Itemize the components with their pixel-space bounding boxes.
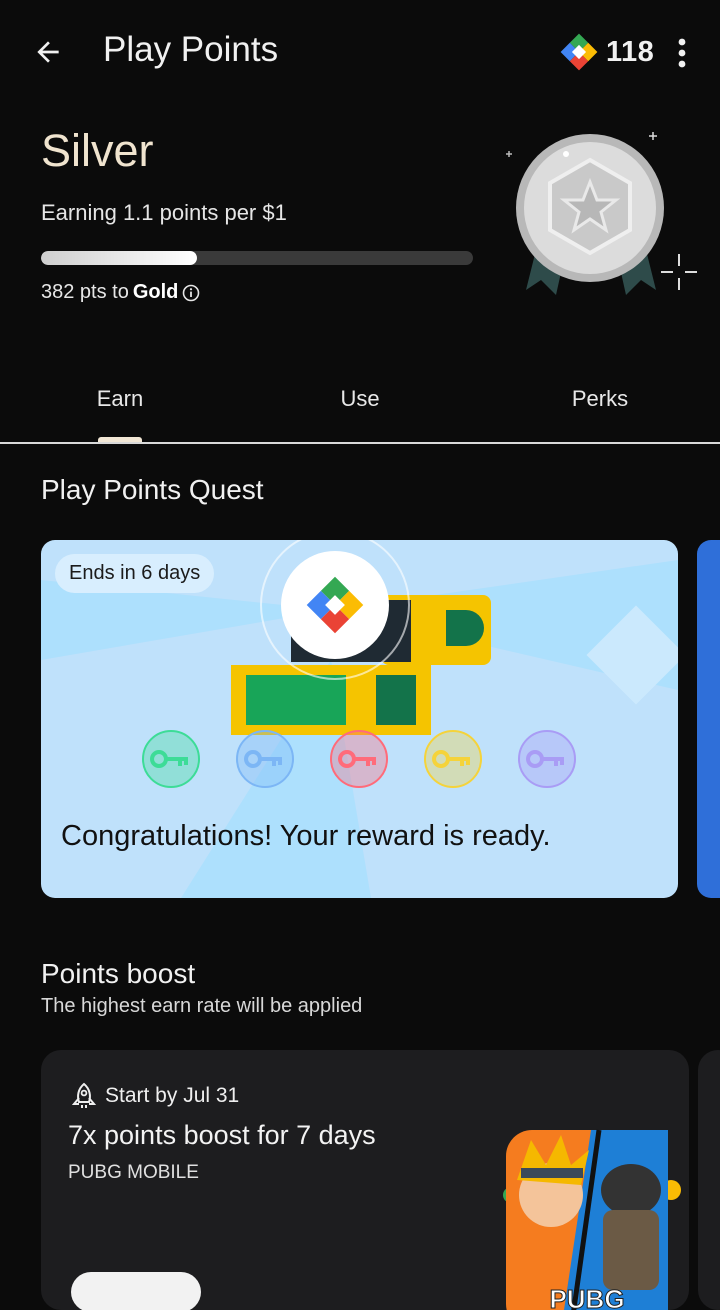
boost-start-row: Start by Jul 31 <box>71 1082 239 1110</box>
quest-key-icon <box>330 730 388 788</box>
tab-earn[interactable]: Earn <box>20 386 220 412</box>
tab-use[interactable]: Use <box>260 386 460 412</box>
pubg-logo-text: PUBG <box>549 1284 624 1310</box>
quest-key-icon <box>518 730 576 788</box>
boost-card-next[interactable] <box>698 1050 720 1310</box>
back-button[interactable] <box>24 26 72 78</box>
silver-medal-icon <box>506 132 697 295</box>
pubg-game-icon: PUBG <box>503 1129 681 1310</box>
boost-section-title: Points boost <box>41 958 196 989</box>
tier-name: Silver <box>41 125 154 176</box>
boost-start-button[interactable] <box>71 1272 201 1310</box>
points-to-next-tier[interactable]: 382 pts to Gold <box>41 281 200 304</box>
points-balance: 118 <box>606 35 655 68</box>
quest-key-icon <box>142 730 200 788</box>
boost-game-name: PUBG MOBILE <box>68 1162 199 1183</box>
boost-card[interactable]: Start by Jul 31 7x points boost for 7 da… <box>41 1050 689 1310</box>
quest-ends-badge: Ends in 6 days <box>55 554 215 593</box>
points-to-next-text: 382 pts to <box>41 281 129 303</box>
earning-rate: Earning 1.1 points per $1 <box>41 200 287 225</box>
arrow-left-icon <box>37 41 59 63</box>
quest-keys <box>142 730 576 788</box>
points-balance-chip[interactable]: 118 <box>560 30 654 74</box>
boost-section-subtitle: The highest earn rate will be applied <box>41 995 363 1017</box>
quest-card-next[interactable] <box>697 540 720 898</box>
tab-selected-indicator <box>98 437 142 442</box>
quest-section-title: Play Points Quest <box>41 474 264 505</box>
next-tier-name: Gold <box>132 281 179 303</box>
tier-progress-fill <box>41 251 197 265</box>
more-options-button[interactable] <box>666 32 698 74</box>
quest-message: Congratulations! Your reward is ready. <box>61 820 551 852</box>
page-title: Play Points <box>103 30 279 69</box>
rocket-icon <box>71 1082 97 1108</box>
boost-headline: 7x points boost for 7 days <box>68 1120 376 1150</box>
play-points-icon <box>560 33 598 71</box>
tier-progress-bar <box>41 251 473 265</box>
quest-key-icon <box>236 730 294 788</box>
tab-perks[interactable]: Perks <box>500 386 700 412</box>
quest-card[interactable]: Ends in 6 days Congratulations! Your rew… <box>41 540 678 898</box>
more-vert-icon <box>678 38 686 68</box>
info-icon <box>183 284 200 301</box>
tab-bar: Earn Use Perks <box>0 362 720 444</box>
quest-key-icon <box>424 730 482 788</box>
boost-start-date: Start by Jul 31 <box>105 1084 240 1107</box>
top-app-bar: Play Points 118 <box>0 0 720 104</box>
